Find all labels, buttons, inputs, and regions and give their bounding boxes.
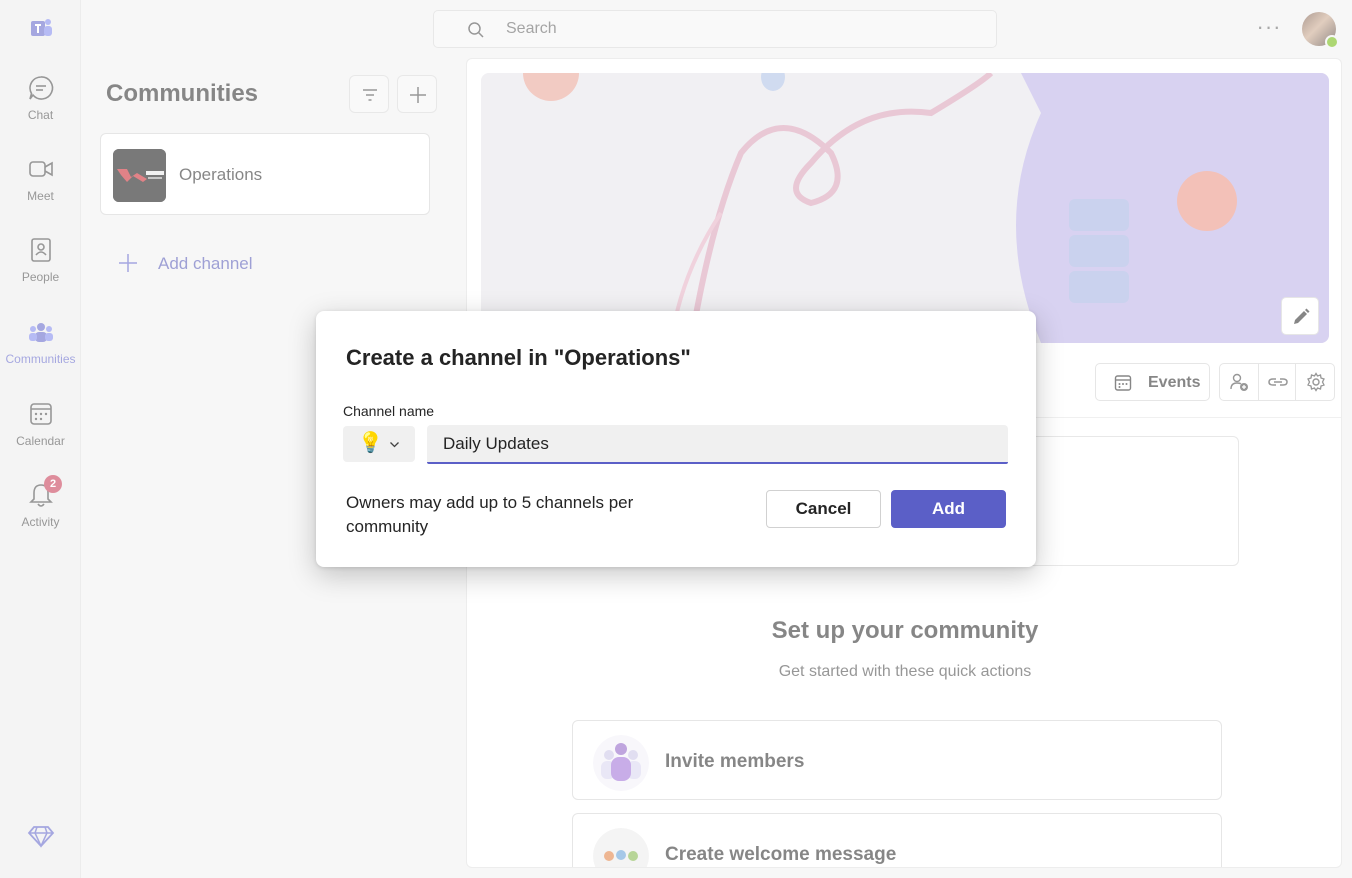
dialog-title: Create a channel in "Operations": [346, 345, 691, 370]
cancel-button[interactable]: Cancel: [766, 490, 881, 528]
channel-limit-note: Owners may add up to 5 channels per comm…: [346, 493, 634, 536]
channel-name-input[interactable]: [427, 425, 1008, 464]
lightbulb-icon: 💡: [358, 432, 383, 454]
create-channel-dialog: Create a channel in "Operations" Channel…: [316, 311, 1036, 567]
channel-emoji-picker[interactable]: 💡: [343, 426, 415, 462]
add-button[interactable]: Add: [891, 490, 1006, 528]
channel-name-label: Channel name: [343, 403, 435, 419]
chevron-down-icon: [390, 442, 399, 448]
